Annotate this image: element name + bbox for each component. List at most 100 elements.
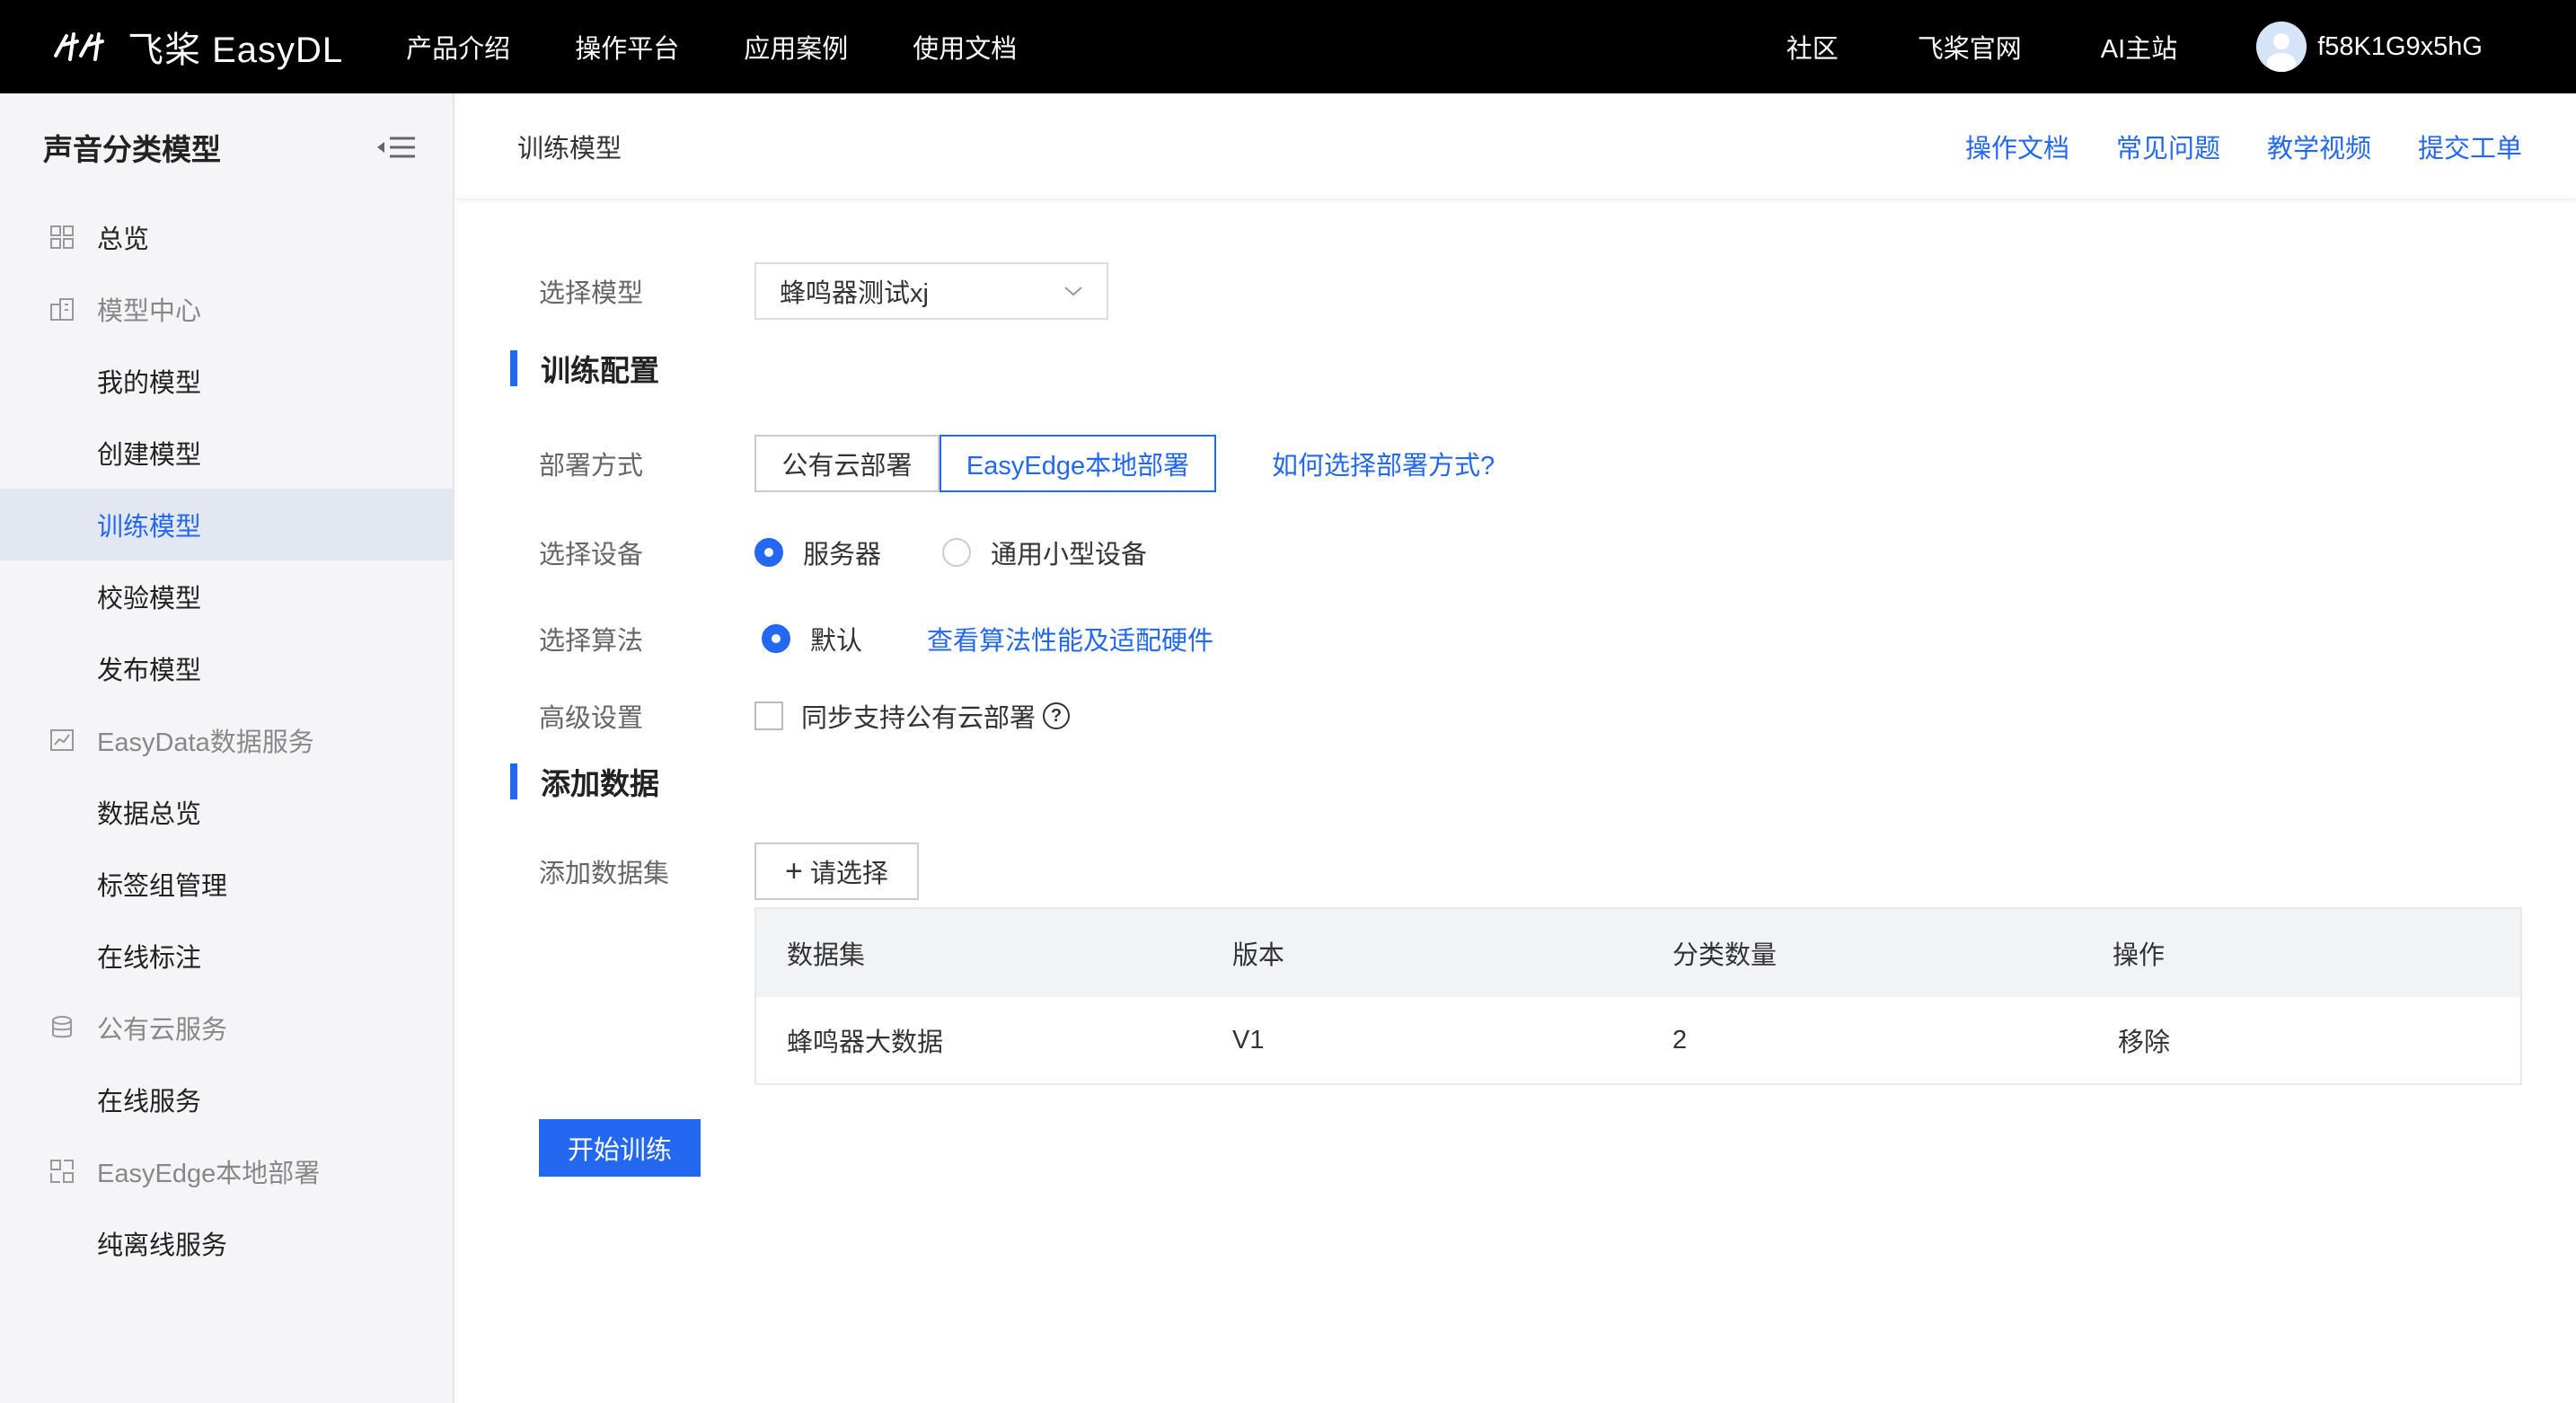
select-dataset-label: 请选择 [809, 860, 888, 888]
select-model-row: 选择模型 蜂鸣器测试xj [539, 262, 1108, 320]
select-model-label: 选择模型 [539, 279, 644, 308]
radio-label: 默认 [810, 627, 863, 656]
th-version: 版本 [1232, 941, 1285, 970]
radio-label: 通用小型设备 [991, 541, 1148, 569]
avatar[interactable] [2256, 22, 2307, 72]
nav-ai-site[interactable]: AI主站 [2101, 28, 2177, 66]
sidebar-group-easyedge[interactable]: EasyEdge本地部署 [0, 1135, 453, 1207]
cell-dataset: 蜂鸣器大数据 [787, 1028, 944, 1057]
sidebar-group-public-cloud[interactable]: 公有云服务 [0, 992, 453, 1063]
section-title: 训练配置 [541, 354, 659, 387]
sidebar-item-label: EasyEdge本地部署 [97, 1160, 321, 1188]
deploy-help-link[interactable]: 如何选择部署方式? [1272, 445, 1495, 482]
sidebar-item-create-model[interactable]: 创建模型 [0, 417, 453, 489]
sidebar-item-online-service[interactable]: 在线服务 [0, 1063, 453, 1135]
user-avatar-icon [2256, 22, 2307, 72]
username[interactable]: f58K1G9x5hG [2317, 32, 2483, 62]
algo-row: 选择算法 默认 查看算法性能及适配硬件 [539, 620, 1213, 657]
building-icon [50, 298, 74, 321]
advanced-label: 高级设置 [539, 704, 644, 733]
nav-paddle-site[interactable]: 飞桨官网 [1918, 28, 2022, 66]
grid-icon [50, 225, 74, 249]
deploy-segmented: 公有云部署 EasyEdge本地部署 [754, 435, 1216, 492]
checkbox-label: 同步支持公有云部署 [801, 704, 1037, 733]
model-select[interactable]: 蜂鸣器测试xj [754, 262, 1108, 320]
table-row: 蜂鸣器大数据 V1 2 移除 [756, 997, 2520, 1083]
link-docs[interactable]: 操作文档 [1965, 128, 2069, 165]
th-action: 操作 [2113, 941, 2166, 970]
paddle-logo-icon [54, 32, 104, 61]
dataset-label: 添加数据集 [539, 860, 670, 888]
sidebar-item-label-groups[interactable]: 标签组管理 [0, 848, 453, 920]
sidebar-item-label: 总览 [97, 225, 150, 254]
sidebar-item-overview[interactable]: 总览 [0, 201, 453, 273]
deploy-label: 部署方式 [539, 452, 644, 481]
chart-icon [50, 729, 74, 751]
algo-label: 选择算法 [539, 627, 644, 656]
th-count: 分类数量 [1672, 941, 1778, 970]
logo-text: 飞桨 EasyDL [128, 31, 344, 70]
sidebar: 声音分类模型 总览 模型中心 我的模型 创建模型 训练模型 校验模型 发布模型 … [0, 93, 454, 1403]
sidebar-item-publish-model[interactable]: 发布模型 [0, 632, 453, 704]
th-dataset: 数据集 [787, 941, 866, 970]
advanced-row: 高级设置 同步支持公有云部署 ? [539, 697, 1071, 735]
deploy-public-cloud-button[interactable]: 公有云部署 [754, 435, 940, 492]
section-add-data: 添加数据 [510, 760, 659, 803]
question-icon[interactable]: ? [1043, 702, 1071, 729]
nav-product-intro[interactable]: 产品介绍 [406, 28, 510, 66]
model-select-value: 蜂鸣器测试xj [780, 279, 929, 308]
sync-public-cloud-checkbox[interactable] [754, 702, 783, 730]
radio-checked-icon [762, 624, 790, 653]
device-radio-server[interactable]: 服务器 [754, 534, 881, 571]
section-title: 添加数据 [541, 767, 659, 800]
section-accent-bar [510, 763, 517, 799]
sidebar-item-label: 公有云服务 [97, 1016, 228, 1045]
link-tutorial-video[interactable]: 教学视频 [2267, 128, 2371, 165]
dataset-row: 添加数据集 + 请选择 [539, 843, 919, 900]
select-dataset-button[interactable]: + 请选择 [754, 843, 919, 900]
main-content: 训练模型 操作文档 常见问题 教学视频 提交工单 选择模型 蜂鸣器测试xj 训练… [456, 93, 2576, 1403]
page-title: 训练模型 [517, 134, 622, 163]
page-header: 训练模型 操作文档 常见问题 教学视频 提交工单 [456, 93, 2576, 199]
edge-icon [50, 1160, 74, 1183]
link-submit-ticket[interactable]: 提交工单 [2418, 128, 2522, 165]
sidebar-item-data-overview[interactable]: 数据总览 [0, 776, 453, 848]
sidebar-item-train-model[interactable]: 训练模型 [0, 489, 453, 560]
device-radio-small-device[interactable]: 通用小型设备 [942, 534, 1147, 571]
algo-radio-default[interactable]: 默认 [762, 620, 862, 657]
sidebar-item-offline-service[interactable]: 纯离线服务 [0, 1207, 453, 1279]
cell-version: V1 [1232, 1025, 1265, 1054]
nav-docs[interactable]: 使用文档 [913, 28, 1017, 66]
link-faq[interactable]: 常见问题 [2116, 128, 2220, 165]
table-header: 数据集 版本 分类数量 操作 [756, 909, 2520, 997]
algo-performance-link[interactable]: 查看算法性能及适配硬件 [927, 620, 1213, 657]
dataset-table: 数据集 版本 分类数量 操作 蜂鸣器大数据 V1 2 移除 [754, 907, 2522, 1085]
plus-icon: + [785, 853, 803, 888]
sidebar-item-validate-model[interactable]: 校验模型 [0, 560, 453, 632]
database-icon [52, 1016, 72, 1038]
deploy-easyedge-button[interactable]: EasyEdge本地部署 [940, 435, 1216, 492]
start-training-button[interactable]: 开始训练 [539, 1119, 701, 1177]
remove-link[interactable]: 移除 [2082, 1021, 2513, 1059]
nav-platform[interactable]: 操作平台 [575, 28, 679, 66]
device-row: 选择设备 服务器 通用小型设备 [539, 534, 1208, 571]
radio-label: 服务器 [803, 541, 882, 569]
sidebar-item-label: 模型中心 [97, 297, 202, 326]
deploy-row: 部署方式 公有云部署 EasyEdge本地部署 如何选择部署方式? [539, 435, 1495, 492]
section-train-config: 训练配置 [510, 347, 659, 390]
nav-cases[interactable]: 应用案例 [744, 28, 848, 66]
sidebar-group-model-center[interactable]: 模型中心 [0, 273, 453, 345]
collapse-menu-icon[interactable] [374, 129, 417, 165]
radio-unchecked-icon [942, 538, 972, 567]
device-label: 选择设备 [539, 541, 644, 569]
sidebar-item-online-labeling[interactable]: 在线标注 [0, 920, 453, 992]
nav-community[interactable]: 社区 [1786, 28, 1839, 66]
sidebar-group-easydata[interactable]: EasyData数据服务 [0, 704, 453, 776]
user-menu[interactable]: f58K1G9x5hG [2256, 22, 2483, 72]
sidebar-item-label: EasyData数据服务 [97, 728, 314, 757]
section-accent-bar [510, 350, 517, 386]
sidebar-item-my-models[interactable]: 我的模型 [0, 345, 453, 417]
logo[interactable]: 飞桨 EasyDL [50, 0, 343, 93]
sidebar-title: 声音分类模型 [43, 133, 221, 166]
top-navbar: 飞桨 EasyDL 产品介绍 操作平台 应用案例 使用文档 社区 飞桨官网 AI… [0, 0, 2576, 93]
